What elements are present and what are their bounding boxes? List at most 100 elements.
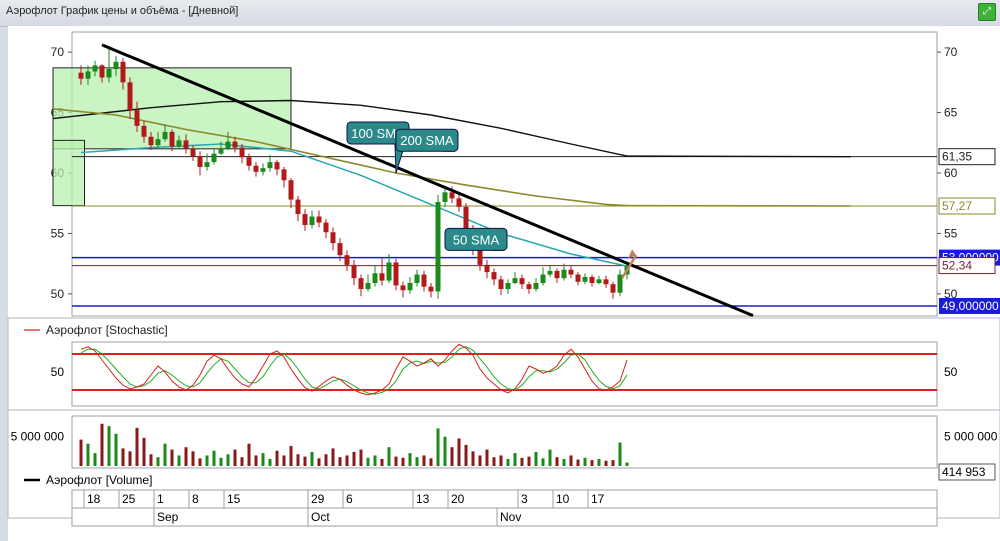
volume-bar (268, 458, 272, 466)
volume-bar (415, 457, 419, 466)
volume-bar (177, 455, 181, 466)
price-right-tick-label: 65 (944, 106, 958, 120)
candle-body (582, 276, 588, 282)
volume-bar (226, 454, 230, 466)
volume-bar (198, 458, 202, 466)
volume-bar (128, 451, 132, 466)
candle-body (274, 162, 280, 170)
chart-area: 5055606570706560555061,3557,2753,0000005… (7, 26, 1000, 541)
candle-body (421, 274, 427, 287)
candle-body (351, 264, 357, 279)
candle-body (526, 284, 532, 290)
candle-body (512, 278, 518, 283)
volume-bar (191, 451, 195, 466)
candle-body (323, 222, 329, 233)
volume-bar (555, 457, 559, 466)
candle-body (358, 278, 364, 290)
candle-body (610, 284, 616, 293)
candle-body (232, 141, 238, 148)
volume-bar (100, 423, 104, 466)
volume-bar (107, 426, 111, 466)
sma200-extension (626, 155, 852, 158)
volume-bar (541, 458, 545, 466)
volume-bar (254, 455, 258, 466)
window-frame: Аэрофлот График цены и объёма - [Дневной… (0, 0, 1000, 541)
axis-day-label: 25 (122, 492, 136, 506)
candle-body (400, 285, 406, 291)
candle-body (414, 274, 420, 283)
candle-body (498, 279, 504, 290)
volume-bar (569, 455, 573, 466)
volume-bar (282, 455, 286, 466)
volume-bar (597, 458, 601, 466)
candle-body (561, 269, 567, 279)
link-icon[interactable]: ⤢ (978, 3, 996, 21)
candle-body (589, 276, 595, 283)
level-label: 57,27 (942, 199, 972, 213)
candle-body (365, 282, 371, 290)
volume-bar (135, 427, 139, 466)
candle-body (218, 148, 224, 154)
volume-bar (394, 456, 398, 466)
volume-bar (114, 433, 118, 466)
volume-last-label: 414 953 (942, 465, 986, 479)
candle-body (204, 162, 210, 167)
candle-body (281, 169, 287, 181)
volume-bar (422, 455, 426, 466)
volume-bar (86, 443, 90, 466)
axis-month-label: Sep (157, 510, 179, 524)
axis-day-label: 10 (556, 492, 570, 506)
volume-bar (499, 455, 503, 466)
axis-day-label: 18 (87, 492, 101, 506)
volume-bar (289, 446, 293, 466)
level-label: 49,000000 (942, 299, 999, 313)
candle-body (449, 192, 455, 199)
volume-bar (93, 453, 97, 466)
candle-body (183, 140, 189, 149)
candle-body (288, 180, 294, 200)
candle-body (533, 282, 539, 290)
axis-day-label: 13 (416, 492, 430, 506)
volume-bar (149, 454, 153, 466)
volume-bar (492, 457, 496, 466)
candle-body (295, 199, 301, 215)
callout-label: 50 SMA (453, 232, 500, 247)
candle-body (393, 262, 399, 286)
window-title: Аэрофлот График цены и объёма - [Дневной… (6, 5, 239, 17)
volume-bar (604, 460, 608, 466)
volume-bar (443, 436, 447, 466)
volume-right-tick-label: 5 000 000 (944, 430, 998, 444)
volume-bar (576, 459, 580, 466)
volume-bar (506, 458, 510, 466)
level-label: 61,35 (942, 150, 972, 164)
volume-bar (366, 457, 370, 466)
time-axis: 18 25 1 8 15 29 6 13 20 3 10 17Sep Oct Nov (71, 489, 938, 527)
candle-body (85, 71, 91, 79)
volume-bar (121, 448, 125, 466)
volume-bar (527, 456, 531, 466)
volume-bar (233, 449, 237, 466)
candle-body (554, 270, 560, 279)
candle-body (316, 216, 322, 223)
volume-bar (457, 438, 461, 466)
candle-body (197, 156, 203, 167)
candle-body (372, 273, 378, 283)
volume-bar (387, 447, 391, 466)
candle-body (239, 147, 245, 158)
candle-body (162, 131, 168, 140)
candle-body (148, 136, 154, 146)
volume-bar (485, 449, 489, 466)
axis-day-label: 8 (192, 492, 199, 506)
candle-body (190, 148, 196, 157)
callout-label: 200 SMA (400, 133, 454, 148)
volume-bar (205, 455, 209, 466)
candle-body (540, 274, 546, 283)
volume-bar (590, 460, 594, 466)
volume-bar (170, 449, 174, 466)
volume-bar (429, 458, 433, 466)
candle-body (386, 262, 392, 281)
candle-body (260, 168, 266, 172)
candle-body (596, 279, 602, 283)
candle-body (603, 279, 609, 285)
price-right-tick-label: 70 (944, 45, 958, 59)
